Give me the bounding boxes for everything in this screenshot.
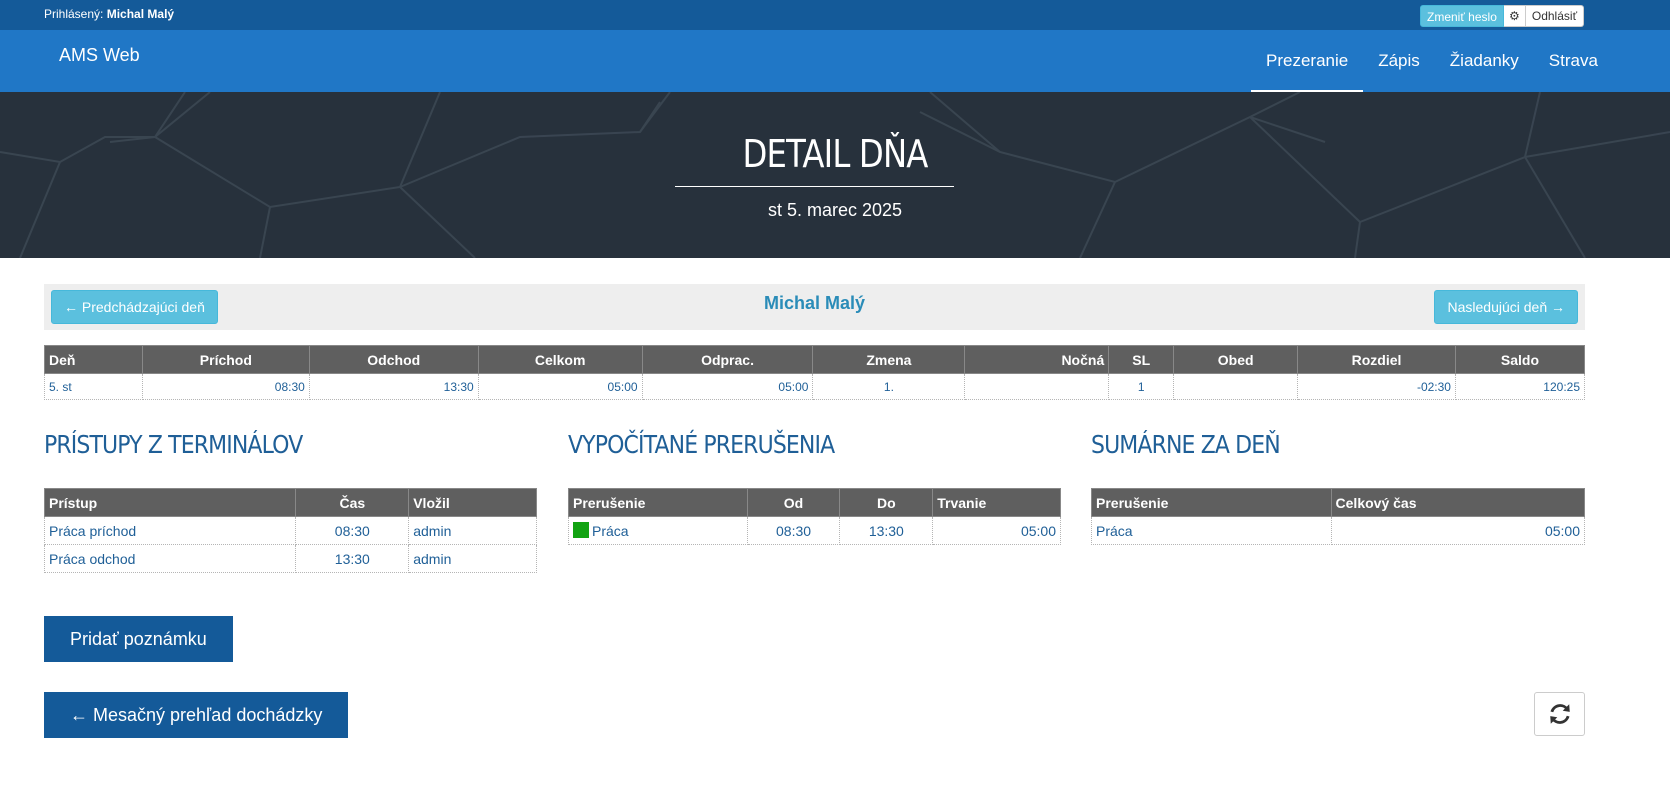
- monthly-overview-button[interactable]: ← Mesačný prehľad dochádzky: [44, 692, 349, 738]
- col-header: Čas: [295, 488, 410, 517]
- col-header: Trvanie: [932, 488, 1061, 517]
- next-day-button[interactable]: Nasledujúci deň →: [1434, 290, 1578, 324]
- cell-difference: -02:30: [1297, 373, 1456, 400]
- col-header: Rozdiel: [1297, 345, 1456, 374]
- cell-break: Práca: [1091, 516, 1332, 545]
- col-header: Deň: [44, 345, 143, 374]
- nav-item-prezeranie[interactable]: Prezeranie: [1251, 30, 1364, 92]
- cell-lunch: [1173, 373, 1299, 400]
- page-subtitle-date: st 5. marec 2025: [767, 200, 903, 220]
- logged-user-name: Michal Malý: [106, 7, 175, 21]
- cell-arrival: 08:30: [141, 373, 310, 400]
- day-summary-breaks-table: Prerušenie Celkový čas Práca 05:00: [1091, 488, 1586, 545]
- table-row[interactable]: Práca 05:00: [1091, 516, 1586, 545]
- table-header-row: Deň Príchod Odchod Celkom Odprac. Zmena …: [44, 345, 1586, 374]
- col-header: SL: [1108, 345, 1175, 374]
- cell-inserted-by: admin: [408, 516, 537, 545]
- col-header: Od: [746, 488, 841, 517]
- cell-time: 08:30: [295, 516, 410, 545]
- nav-item-strava[interactable]: Strava: [1534, 30, 1613, 92]
- settings-button[interactable]: ⚙: [1503, 5, 1526, 27]
- table-row[interactable]: Práca príchod 08:30 admin: [43, 516, 537, 545]
- nav-item-ziadanky[interactable]: Žiadanky: [1435, 30, 1534, 92]
- break-color-square-icon: [573, 522, 589, 538]
- cell-access: Práca odchod: [43, 544, 297, 573]
- employee-name: Michal Malý: [763, 293, 866, 313]
- cell-to: 13:30: [839, 516, 934, 545]
- page-header-banner: DETAIL DŇA st 5. marec 2025: [0, 92, 1670, 258]
- day-navigation-bar: ← Predchádzajúci deň Michal Malý Nasledu…: [44, 284, 1585, 330]
- cell-night: [964, 373, 1110, 400]
- cell-departure: 13:30: [308, 373, 479, 400]
- cell-total-time: 05:00: [1330, 516, 1586, 545]
- col-header: Príchod: [141, 345, 310, 374]
- col-header: Prerušenie: [1091, 488, 1332, 517]
- cell-break: Práca: [568, 516, 748, 545]
- refresh-icon: [1549, 704, 1570, 724]
- section-title-summary: SUMÁRNE ZA DEŇ: [1091, 430, 1281, 459]
- table-row[interactable]: Práca odchod 13:30 admin: [43, 544, 537, 573]
- brand-link[interactable]: AMS Web: [59, 45, 140, 66]
- logout-button[interactable]: Odhlásiť: [1525, 5, 1585, 27]
- main-navbar: AMS Web Prezeranie Zápis Žiadanky Strava: [0, 30, 1670, 92]
- col-header: Saldo: [1454, 345, 1586, 374]
- day-summary-table: Deň Príchod Odchod Celkom Odprac. Zmena …: [44, 345, 1586, 400]
- cell-shift: 1.: [812, 373, 966, 400]
- add-note-button[interactable]: Pridať poznámku: [44, 616, 233, 662]
- break-name: Práca: [592, 523, 629, 539]
- logged-user-label: Prihlásený:: [44, 7, 104, 21]
- top-bar: Prihlásený: Michal Malý Zmeniť heslo ⚙ O…: [0, 0, 1670, 30]
- cell-total: 05:00: [477, 373, 643, 400]
- main-nav: Prezeranie Zápis Žiadanky Strava: [1251, 30, 1613, 92]
- cell-time: 13:30: [295, 544, 410, 573]
- col-header: Nočná: [964, 345, 1110, 374]
- cell-worked: 05:00: [641, 373, 814, 400]
- title-divider: [675, 186, 954, 187]
- col-header: Odprac.: [641, 345, 814, 374]
- account-buttons: Zmeniť heslo ⚙ Odhlásiť: [1420, 5, 1585, 27]
- col-header: Zmena: [812, 345, 966, 374]
- cell-access: Práca príchod: [43, 516, 297, 545]
- table-header-row: Prístup Čas Vložil: [43, 488, 537, 517]
- cell-sl: 1: [1108, 373, 1175, 400]
- section-title-access: PRÍSTUPY Z TERMINÁLOV: [44, 430, 303, 459]
- col-header: Obed: [1173, 345, 1299, 374]
- col-header: Prístup: [43, 488, 297, 517]
- calculated-breaks-table: Prerušenie Od Do Trvanie Práca 08:30 13:…: [568, 488, 1061, 545]
- cell-inserted-by: admin: [408, 544, 537, 573]
- change-password-button[interactable]: Zmeniť heslo: [1420, 5, 1504, 27]
- refresh-button[interactable]: [1534, 692, 1585, 736]
- col-header: Celkový čas: [1330, 488, 1586, 517]
- table-row[interactable]: 5. st 08:30 13:30 05:00 05:00 1. 1 -02:3…: [44, 373, 1586, 400]
- cell-from: 08:30: [746, 516, 841, 545]
- logged-user: Prihlásený: Michal Malý: [44, 7, 174, 21]
- section-title-breaks: VYPOČÍTANÉ PRERUŠENIA: [568, 430, 835, 459]
- terminal-access-table: Prístup Čas Vložil Práca príchod 08:30 a…: [43, 488, 537, 573]
- cell-day[interactable]: 5. st: [44, 373, 143, 400]
- col-header: Odchod: [308, 345, 479, 374]
- nav-item-zapis[interactable]: Zápis: [1363, 30, 1435, 92]
- cell-duration: 05:00: [932, 516, 1061, 545]
- page-title: DETAIL DŇA: [742, 132, 928, 176]
- col-header: Do: [839, 488, 934, 517]
- gear-icon: ⚙: [1508, 9, 1520, 23]
- col-header: Prerušenie: [568, 488, 748, 517]
- col-header: Vložil: [408, 488, 537, 517]
- table-row[interactable]: Práca 08:30 13:30 05:00: [568, 516, 1061, 545]
- table-header-row: Prerušenie Celkový čas: [1091, 488, 1586, 517]
- cell-balance: 120:25: [1454, 373, 1586, 400]
- table-header-row: Prerušenie Od Do Trvanie: [568, 488, 1061, 517]
- col-header: Celkom: [477, 345, 643, 374]
